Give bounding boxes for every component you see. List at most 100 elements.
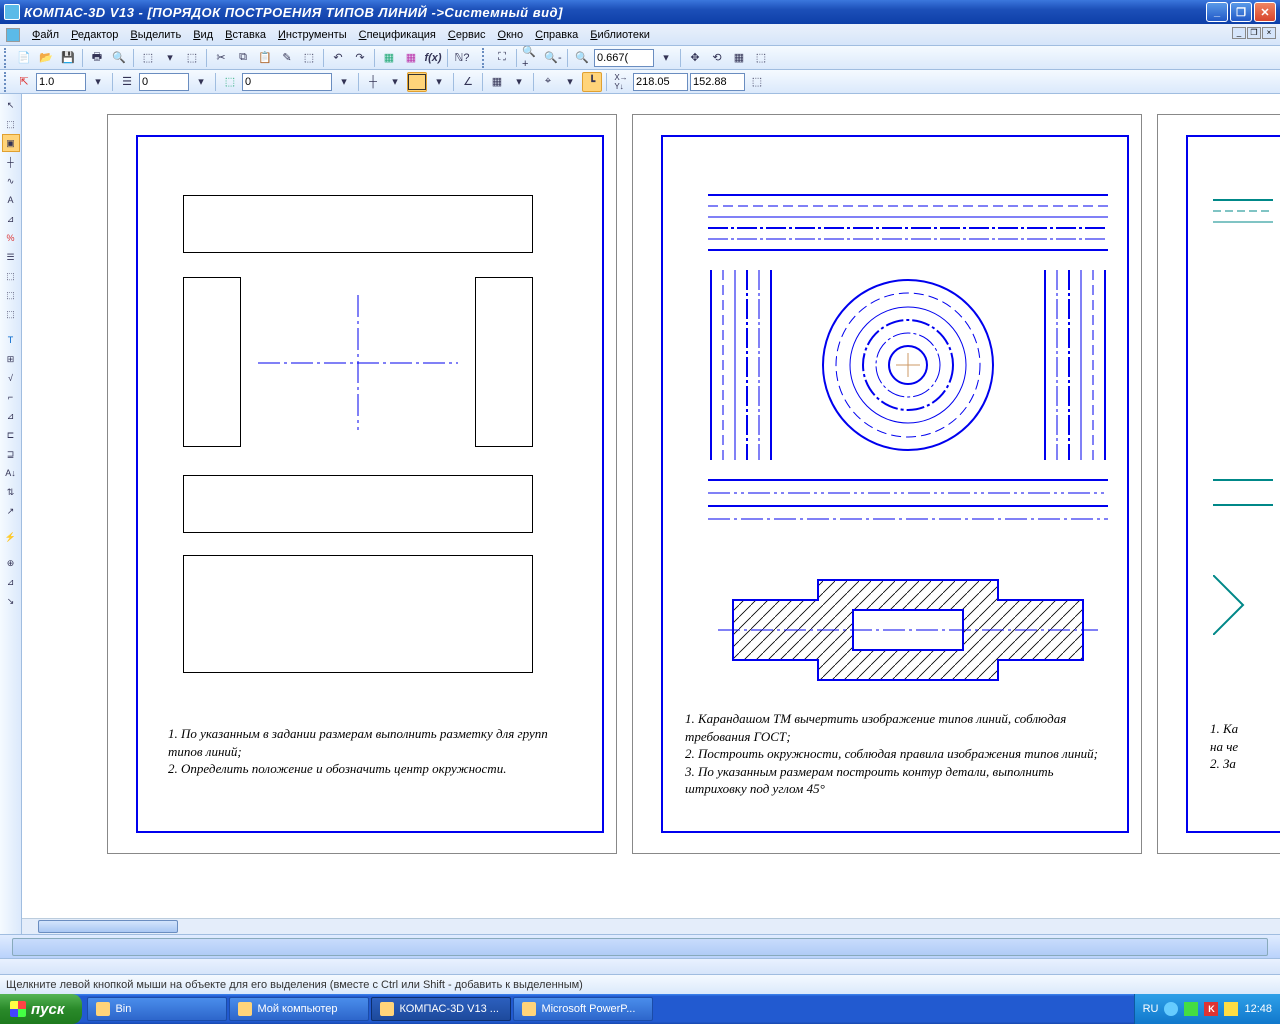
mdi-min[interactable]: _ xyxy=(1232,27,1246,39)
tool-icon[interactable]: ▦ xyxy=(401,48,421,68)
clock[interactable]: 12:48 xyxy=(1244,1003,1272,1015)
vtool-icon[interactable]: ⬚ xyxy=(2,286,20,304)
taskbar-task[interactable]: Мой компьютер xyxy=(229,997,369,1021)
layers-icon[interactable]: ☰ xyxy=(117,72,137,92)
preview-icon[interactable]: 🔍 xyxy=(109,48,129,68)
vtool-icon[interactable]: ⬚ xyxy=(2,115,20,133)
vtool-icon[interactable]: ⊿ xyxy=(2,573,20,591)
dropdown-icon[interactable]: ▾ xyxy=(191,72,211,92)
vtool-icon[interactable]: ⊿ xyxy=(2,407,20,425)
vtool-icon[interactable]: ⊿ xyxy=(2,210,20,228)
drawing-canvas[interactable]: 1. По указанным в задании размерам выпол… xyxy=(22,94,1280,934)
menu-файл[interactable]: Файл xyxy=(26,27,65,43)
vtool-icon[interactable]: ⊞ xyxy=(2,350,20,368)
scale-combo[interactable] xyxy=(36,73,86,91)
vtool-icon[interactable]: A↓ xyxy=(2,464,20,482)
menu-спецификация[interactable]: Спецификация xyxy=(353,27,442,43)
menu-выделить[interactable]: Выделить xyxy=(124,27,187,43)
state-icon[interactable]: ⬚ xyxy=(220,72,240,92)
undo-icon[interactable]: ↶ xyxy=(328,48,348,68)
vtool-icon[interactable]: ┼ xyxy=(2,153,20,171)
vtool-icon[interactable]: ∿ xyxy=(2,172,20,190)
maximize-button[interactable]: ❐ xyxy=(1230,2,1252,22)
vtool-icon[interactable]: % xyxy=(2,229,20,247)
orbit-icon[interactable]: ⟲ xyxy=(707,48,727,68)
vtool-icon[interactable]: ↖ xyxy=(2,96,20,114)
vtool-icon[interactable]: ↗ xyxy=(2,502,20,520)
vtool-icon[interactable]: ⚡ xyxy=(2,528,20,546)
vtool-icon[interactable]: ⇅ xyxy=(2,483,20,501)
coord-y-field[interactable] xyxy=(690,73,745,91)
tool-icon[interactable]: ▾ xyxy=(509,72,529,92)
menu-библиотеки[interactable]: Библиотеки xyxy=(584,27,656,43)
tool-icon[interactable]: ▦ xyxy=(729,48,749,68)
menu-вставка[interactable]: Вставка xyxy=(219,27,272,43)
new-icon[interactable]: 📄 xyxy=(14,48,34,68)
zoom-window-icon[interactable]: 🔍 xyxy=(572,48,592,68)
paste-icon[interactable]: 📋 xyxy=(255,48,275,68)
zoom-fit-icon[interactable]: ⛶ xyxy=(492,48,512,68)
menu-окно[interactable]: Окно xyxy=(492,27,530,43)
layer-combo[interactable] xyxy=(139,73,189,91)
vtool-icon[interactable]: ⬚ xyxy=(2,267,20,285)
zoom-out-icon[interactable]: 🔍- xyxy=(543,48,563,68)
lang-indicator[interactable]: RU xyxy=(1143,1003,1159,1015)
vtool-geometry-icon[interactable]: ▣ xyxy=(2,134,20,152)
dropdown-icon[interactable]: ▾ xyxy=(656,48,676,68)
copy-icon[interactable]: ⧉ xyxy=(233,48,253,68)
start-button[interactable]: пуск xyxy=(0,994,82,1024)
tool-icon[interactable]: ⬚ xyxy=(751,48,771,68)
mdi-close[interactable]: × xyxy=(1262,27,1276,39)
tool-icon[interactable]: ▾ xyxy=(160,48,180,68)
minimize-button[interactable]: _ xyxy=(1206,2,1228,22)
menu-инструменты[interactable]: Инструменты xyxy=(272,27,353,43)
pan-icon[interactable]: ✥ xyxy=(685,48,705,68)
open-icon[interactable]: 📂 xyxy=(36,48,56,68)
taskbar-task[interactable]: Bin xyxy=(87,997,227,1021)
tool-icon[interactable]: ▦ xyxy=(379,48,399,68)
snap-active-icon[interactable] xyxy=(407,72,427,92)
dropdown-icon[interactable]: ▾ xyxy=(88,72,108,92)
vtool-text-icon[interactable]: T xyxy=(2,331,20,349)
menu-редактор[interactable]: Редактор xyxy=(65,27,124,43)
taskbar-task[interactable]: Microsoft PowerP... xyxy=(513,997,653,1021)
menu-справка[interactable]: Справка xyxy=(529,27,584,43)
vtool-icon[interactable]: ☰ xyxy=(2,248,20,266)
vtool-icon[interactable]: ⊏ xyxy=(2,426,20,444)
tray-k-icon[interactable]: K xyxy=(1204,1002,1218,1016)
taskbar-task[interactable]: КОМПАС-3D V13 ... xyxy=(371,997,511,1021)
vtool-icon[interactable]: A xyxy=(2,191,20,209)
tray-icon[interactable] xyxy=(1164,1002,1178,1016)
tool-icon[interactable]: ⬚ xyxy=(138,48,158,68)
style-combo[interactable] xyxy=(242,73,332,91)
tool-icon[interactable]: ✎ xyxy=(277,48,297,68)
save-icon[interactable]: 💾 xyxy=(58,48,78,68)
tray-icon[interactable] xyxy=(1184,1002,1198,1016)
vtool-icon[interactable]: ⊕ xyxy=(2,554,20,572)
property-bar-area[interactable] xyxy=(12,938,1268,956)
snap-icon[interactable]: ┼ xyxy=(363,72,383,92)
grid-icon[interactable]: ▦ xyxy=(487,72,507,92)
dropdown-icon[interactable]: ▾ xyxy=(334,72,354,92)
tool-icon[interactable]: ⬚ xyxy=(747,72,767,92)
tray-icon[interactable] xyxy=(1224,1002,1238,1016)
scale-icon[interactable]: ⇱ xyxy=(14,72,34,92)
ortho-icon[interactable]: ┗ xyxy=(582,72,602,92)
help-icon[interactable]: ℕ? xyxy=(452,48,472,68)
cut-icon[interactable]: ✂ xyxy=(211,48,231,68)
menu-вид[interactable]: Вид xyxy=(187,27,219,43)
vtool-icon[interactable]: ⌐ xyxy=(2,388,20,406)
tool-icon[interactable]: ▾ xyxy=(429,72,449,92)
menu-сервис[interactable]: Сервис xyxy=(442,27,492,43)
tool-icon[interactable]: ⬚ xyxy=(182,48,202,68)
tool-icon[interactable]: ▾ xyxy=(560,72,580,92)
mdi-restore[interactable]: ❐ xyxy=(1247,27,1261,39)
zoom-in-icon[interactable]: 🔍+ xyxy=(521,48,541,68)
tool-icon[interactable]: ▾ xyxy=(385,72,405,92)
print-icon[interactable]: 🖶 xyxy=(87,48,107,68)
system-tray[interactable]: RU K 12:48 xyxy=(1134,994,1280,1024)
zoom-combo[interactable] xyxy=(594,49,654,67)
angle-icon[interactable]: ∠ xyxy=(458,72,478,92)
vtool-icon[interactable]: ↘ xyxy=(2,592,20,610)
coord-x-field[interactable] xyxy=(633,73,688,91)
